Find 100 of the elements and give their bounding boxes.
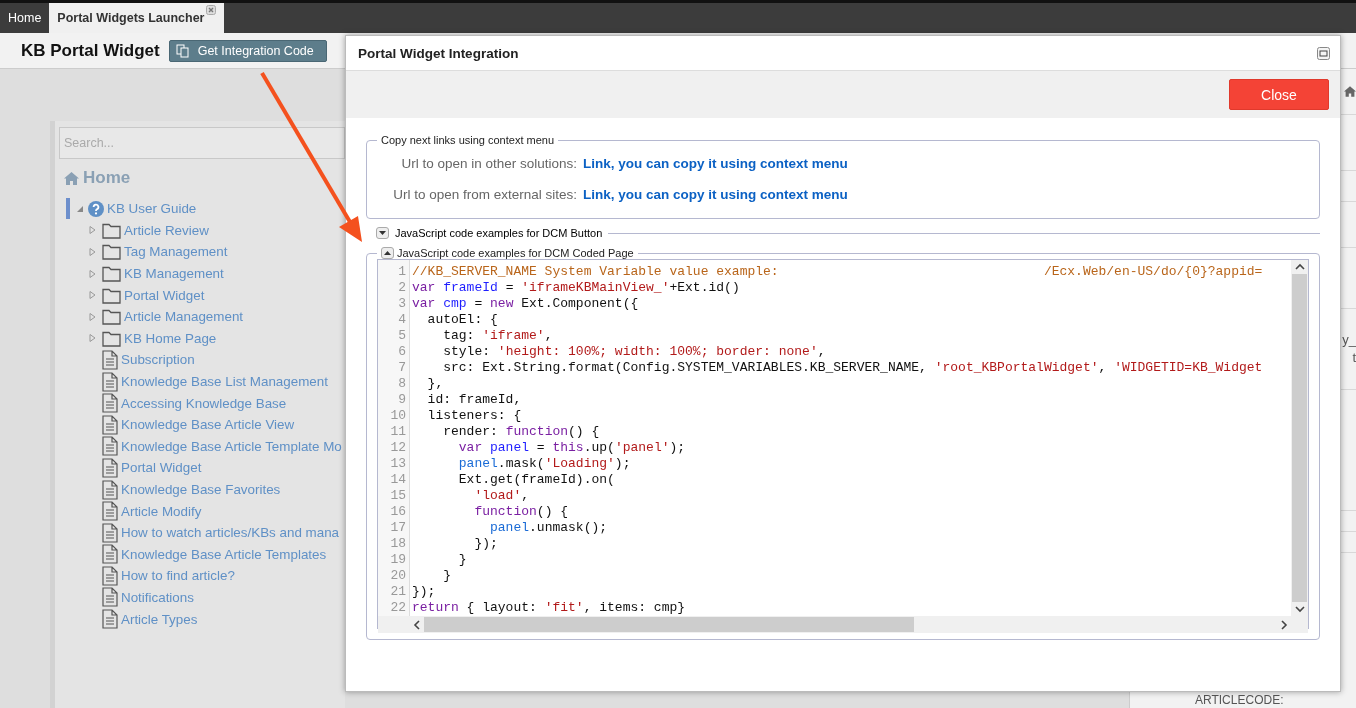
line-number: 11 bbox=[389, 424, 407, 440]
code-line: panel.unmask(); bbox=[489, 520, 609, 536]
page-title: KB Portal Widget bbox=[21, 40, 160, 61]
document-icon bbox=[102, 587, 118, 608]
line-number: 6 bbox=[397, 344, 407, 360]
close-button[interactable]: Close bbox=[1229, 79, 1329, 110]
tree-item[interactable]: Article Modify bbox=[121, 503, 202, 519]
get-integration-code-button[interactable]: Get Integration Code bbox=[168, 39, 327, 62]
help-icon bbox=[88, 200, 104, 217]
tree-item[interactable]: How to find article? bbox=[121, 568, 235, 584]
line-number: 20 bbox=[389, 568, 407, 584]
collapsed-caret-icon[interactable] bbox=[89, 291, 96, 300]
document-icon bbox=[102, 479, 118, 500]
tree-item[interactable]: Knowledge Base Article View bbox=[121, 417, 295, 433]
down-caret-icon bbox=[379, 231, 386, 235]
line-number: 19 bbox=[389, 552, 407, 568]
code-line: } bbox=[457, 552, 468, 568]
tree-item[interactable]: Notifications bbox=[121, 590, 194, 605]
tree-item[interactable]: KB Management bbox=[124, 266, 224, 282]
copy-link[interactable]: Link, you can copy it using context menu bbox=[583, 156, 1309, 171]
tree-item[interactable]: Subscription bbox=[121, 352, 195, 368]
tree-item[interactable]: Tag Management bbox=[124, 244, 228, 260]
maximize-icon[interactable] bbox=[1317, 46, 1330, 60]
tree-item[interactable]: Article Management bbox=[124, 309, 244, 325]
line-number: 15 bbox=[389, 488, 407, 504]
group-legend: JavaScript code examples for DCM Coded Page bbox=[397, 247, 634, 259]
collapse-button[interactable] bbox=[381, 247, 394, 259]
collapsed-caret-icon[interactable] bbox=[89, 248, 96, 256]
code-line: listeners: { bbox=[426, 408, 523, 424]
tree-item[interactable]: Knowledge Base Article Templates bbox=[121, 546, 327, 562]
folder-icon bbox=[102, 221, 121, 239]
dialog-title: Portal Widget Integration bbox=[358, 45, 519, 61]
code-line: Ext.get(frameId).on( bbox=[457, 472, 616, 488]
folder-icon bbox=[102, 308, 121, 326]
code-line: }); bbox=[473, 536, 499, 552]
text-fragment: y_ bbox=[1342, 331, 1356, 349]
code-line: }, bbox=[426, 376, 445, 392]
line-number: 8 bbox=[397, 376, 407, 392]
group-legend: JavaScript code examples for DCM Button bbox=[395, 227, 603, 239]
copy-icon bbox=[175, 43, 190, 58]
line-number: 5 bbox=[397, 328, 407, 344]
copy-link[interactable]: Link, you can copy it using context menu bbox=[583, 187, 1309, 202]
document-icon bbox=[102, 565, 118, 586]
collapsed-caret-icon[interactable] bbox=[89, 269, 96, 278]
folder-icon bbox=[102, 329, 121, 347]
line-number: 12 bbox=[389, 440, 407, 456]
code-line: var cmp = new Ext.Component({ bbox=[412, 296, 640, 312]
tree-item[interactable]: Knowledge Base Article Template Mo bbox=[121, 438, 342, 454]
house-icon bbox=[64, 171, 79, 185]
tree-item[interactable]: Accessing Knowledge Base bbox=[121, 395, 287, 411]
folder-icon bbox=[102, 243, 121, 261]
line-number: 7 bbox=[397, 360, 407, 376]
gutter-corner bbox=[378, 616, 410, 633]
line-number: 4 bbox=[397, 312, 407, 328]
tree-item[interactable]: KB User Guide bbox=[107, 201, 197, 217]
line-number: 13 bbox=[389, 456, 407, 472]
code-line: id: frameId, bbox=[426, 392, 523, 408]
expand-button[interactable] bbox=[376, 227, 389, 239]
collapsed-caret-icon[interactable] bbox=[89, 312, 96, 321]
document-icon bbox=[102, 457, 118, 478]
line-number: 14 bbox=[389, 472, 407, 488]
url-label: Url to open from external sites: bbox=[392, 187, 577, 202]
tree-item[interactable]: Portal Widget bbox=[121, 460, 202, 476]
tab[interactable]: Portal Widgets Launcher bbox=[49, 3, 225, 33]
tree-item[interactable]: Knowledge Base Favorites bbox=[121, 482, 281, 497]
vertical-scrollbar[interactable] bbox=[1291, 260, 1308, 616]
line-number: 3 bbox=[397, 296, 407, 312]
code-line: return { layout: 'fit', items: cmp} bbox=[412, 600, 687, 616]
code-line: var frameId = 'iframeKBMainView_'+Ext.id() bbox=[412, 280, 741, 296]
tree-item[interactable]: Article Types bbox=[121, 611, 198, 627]
expanded-caret-icon[interactable] bbox=[77, 204, 84, 213]
house-icon bbox=[1344, 86, 1356, 97]
tree-item[interactable]: Article Review bbox=[124, 222, 209, 238]
tree-item[interactable]: How to watch articles/KBs and mana bbox=[121, 525, 340, 541]
code-line: render: function() { bbox=[442, 424, 601, 440]
document-icon bbox=[102, 436, 118, 457]
document-icon bbox=[102, 501, 118, 522]
tree-heading[interactable]: Home bbox=[83, 168, 131, 188]
document-icon bbox=[102, 371, 118, 392]
line-number: 9 bbox=[397, 392, 407, 408]
line-number: 2 bbox=[397, 280, 407, 296]
code-line: src: Ext.String.format(Config.SYSTEM_VARIABLES.KB_SERVER_NAME, 'root_KBPortalWidget', 'WIDGETID=KB_Widget bbox=[442, 360, 1264, 376]
code-line: } bbox=[442, 568, 452, 584]
code-line: style: 'height: 100%; width: 100%; border: none', bbox=[442, 344, 827, 360]
close-icon[interactable] bbox=[206, 5, 217, 15]
collapsed-caret-icon[interactable] bbox=[89, 334, 96, 343]
document-icon bbox=[102, 522, 118, 543]
line-number: 10 bbox=[389, 408, 407, 424]
tree-item[interactable]: Portal Widget bbox=[124, 287, 205, 303]
code-line: }); bbox=[412, 584, 437, 600]
line-number: 18 bbox=[389, 536, 407, 552]
code-line: function() { bbox=[473, 504, 570, 520]
search-field[interactable]: Search... bbox=[59, 127, 345, 159]
line-number: 17 bbox=[389, 520, 407, 536]
code-line: panel.mask('Loading'); bbox=[457, 456, 632, 472]
document-icon bbox=[102, 609, 118, 630]
tree-item[interactable]: KB Home Page bbox=[124, 330, 217, 346]
collapsed-caret-icon[interactable] bbox=[89, 226, 96, 235]
line-number: 22 bbox=[389, 600, 407, 616]
tree-item[interactable]: Knowledge Base List Management bbox=[121, 374, 328, 390]
